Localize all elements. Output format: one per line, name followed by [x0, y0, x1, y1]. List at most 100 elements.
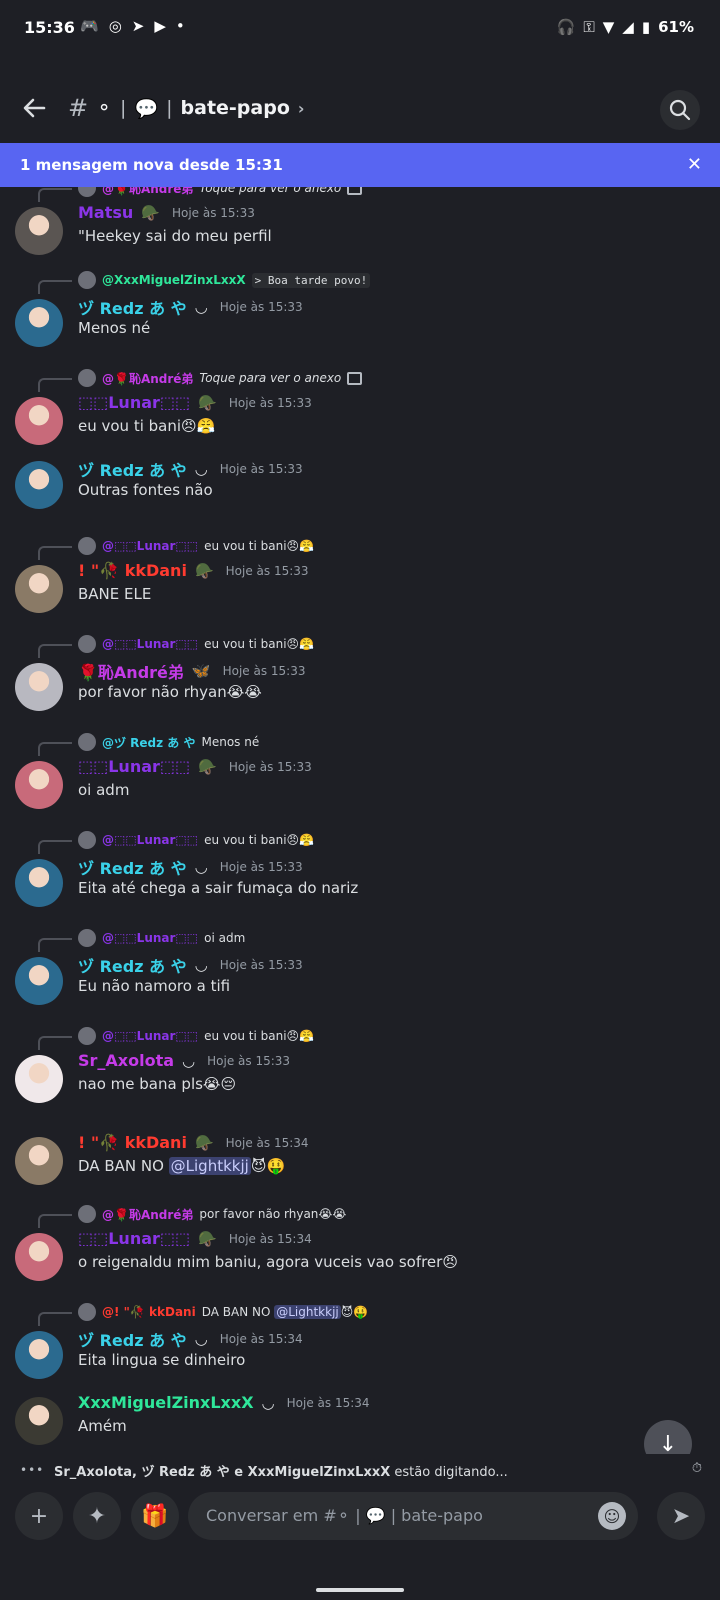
typing-users: Sr_Axolota, ヅ Redz あ や e XxxMiguelZinxLx… [54, 1465, 391, 1480]
message-text: BANE ELE [78, 585, 152, 603]
message-item[interactable]: @⬚⬚Lunar⬚⬚ eu vou ti bani😠😤 Sr_Axolota ◡ Hoj… [0, 1027, 720, 1107]
message-text: Eita até chega a sair fumaça do nariz [78, 879, 359, 897]
message-list[interactable]: @🌹恥André弟 Toque para ver o anexo Matsu 🪖 Hoj… [0, 187, 720, 1477]
reply-spine [38, 644, 72, 658]
attach-button[interactable]: + [15, 1492, 63, 1540]
timestamp: Hoje às 15:33 [225, 563, 309, 578]
reply-preview[interactable]: @⬚⬚Lunar⬚⬚ oi adm [38, 929, 245, 952]
role-badge-icon: ◡ [194, 1330, 208, 1348]
username[interactable]: ⬚⬚Lunar⬚⬚ [78, 1229, 190, 1248]
headphones-icon: 🎧 [556, 18, 576, 36]
message-text: Amém [78, 1417, 127, 1435]
username[interactable]: ! "🥀 kkDani [78, 1133, 187, 1152]
message-header: XxxMiguelZinxLxxX ◡ Hoje às 15:34 [78, 1393, 370, 1412]
message-item[interactable]: @🌹恥André弟 Toque para ver o anexo Matsu 🪖 Hoj… [0, 187, 720, 259]
reply-preview[interactable]: @⬚⬚Lunar⬚⬚ eu vou ti bani😠😤 [38, 831, 314, 854]
message-item[interactable]: @ヅ Redz あ や Menos né ⬚⬚Lunar⬚⬚ 🪖 Hoje às 15:… [0, 733, 720, 813]
message-item[interactable]: ヅ Redz あ や ◡ Hoje às 15:33 Outras fontes nã… [0, 455, 720, 535]
arrow-down-icon: ↓ [658, 1431, 678, 1457]
message-item[interactable]: ! "🥀 kkDani 🪖 Hoje às 15:34 DA BAN NO @Ligh… [0, 1131, 720, 1211]
avatar[interactable] [15, 1331, 63, 1379]
avatar[interactable] [15, 859, 63, 907]
reply-text: eu vou ti bani😠😤 [204, 539, 314, 553]
reply-text: eu vou ti bani😠😤 [204, 637, 314, 651]
message-item[interactable]: @🌹恥André弟 Toque para ver o anexo ⬚⬚Lunar⬚⬚… [0, 369, 720, 449]
new-messages-banner[interactable]: 1 mensagem nova desde 15:31 ✕ [0, 143, 720, 187]
mention[interactable]: @Lightkkjj [274, 1305, 341, 1319]
username[interactable]: ヅ Redz あ や [78, 1327, 187, 1351]
message-text: por favor não rhyan😭😭 [78, 683, 262, 701]
role-badge-icon: 🪖 [194, 1133, 214, 1152]
search-button[interactable] [660, 90, 700, 130]
avatar[interactable] [15, 1397, 63, 1445]
discord-icon: 🎮 [80, 17, 99, 35]
avatar[interactable] [15, 761, 63, 809]
username[interactable]: ヅ Redz あ や [78, 457, 187, 481]
reply-preview[interactable]: @🌹恥André弟 por favor não rhyan😭😭 [38, 1205, 346, 1228]
username[interactable]: XxxMiguelZinxLxxX [78, 1393, 254, 1412]
reply-preview[interactable]: @⬚⬚Lunar⬚⬚ eu vou ti bani😠😤 [38, 1027, 314, 1050]
status-bar: 15:36 🎮 ◎ ➤ ▶ • 🎧 ⚿ ▼ ◢ ▮ 61% [0, 0, 720, 58]
message-item[interactable]: @⬚⬚Lunar⬚⬚ eu vou ti bani😠😤 ! "🥀 kkDani 🪖 Ho… [0, 537, 720, 617]
emoji-picker-icon[interactable]: ☺ [598, 1502, 626, 1530]
message-item[interactable]: @⬚⬚Lunar⬚⬚ eu vou ti bani😠😤 🌹恥André弟 🦋 Hoje … [0, 635, 720, 715]
wifi-icon: ▼ [602, 18, 615, 36]
reply-author: @! "🥀 kkDani [102, 1305, 196, 1319]
username[interactable]: ! "🥀 kkDani [78, 561, 187, 580]
close-icon[interactable]: ✕ [687, 154, 702, 175]
reply-text: eu vou ti bani😠😤 [204, 833, 314, 847]
avatar[interactable] [15, 397, 63, 445]
message-item[interactable]: @! "🥀 kkDani DA BAN NO @Lightkkjj 😈🤑 ヅ Redz… [0, 1303, 720, 1383]
message-input[interactable]: Conversar em #⚬ | 💬 | bate-papo ☺ [188, 1492, 638, 1540]
username[interactable]: ヅ Redz あ や [78, 855, 187, 879]
message-item[interactable]: @XxxMiguelZinxLxxX > Boa tarde povo! ヅ Red… [0, 271, 720, 351]
apps-button[interactable]: ✦ [73, 1492, 121, 1540]
username[interactable]: ヅ Redz あ や [78, 295, 187, 319]
mention[interactable]: @Lightkkjj [168, 1157, 251, 1175]
home-indicator[interactable] [316, 1588, 404, 1592]
message-text: DA BAN NO @Lightkkjj 😈🤑 [78, 1157, 286, 1175]
reply-avatar [78, 187, 96, 197]
reply-preview[interactable]: @🌹恥André弟 Toque para ver o anexo [38, 369, 363, 392]
send-button[interactable]: ➤ [657, 1492, 705, 1540]
avatar[interactable] [15, 1137, 63, 1185]
typing-dots: ••• [20, 1463, 45, 1477]
channel-title[interactable]: # ⚬ | 💬 | bate-papo › [68, 94, 304, 122]
gift-button[interactable]: 🎁 [131, 1492, 179, 1540]
hash-icon: # [68, 94, 89, 122]
reply-preview[interactable]: @⬚⬚Lunar⬚⬚ eu vou ti bani😠😤 [38, 635, 314, 658]
role-badge-icon: ◡ [194, 298, 208, 316]
reply-preview[interactable]: @XxxMiguelZinxLxxX > Boa tarde povo! [38, 271, 371, 294]
username[interactable]: Sr_Axolota [78, 1051, 174, 1070]
username[interactable]: 🌹恥André弟 [78, 659, 184, 683]
reply-text: > Boa tarde povo! [251, 272, 371, 288]
role-badge-icon: 🦋 [191, 662, 211, 680]
username[interactable]: ⬚⬚Lunar⬚⬚ [78, 757, 190, 776]
avatar[interactable] [15, 957, 63, 1005]
reply-author: @🌹恥André弟 [102, 371, 194, 386]
reply-author: @⬚⬚Lunar⬚⬚ [102, 539, 199, 553]
message-item[interactable]: @⬚⬚Lunar⬚⬚ eu vou ti bani😠😤 ヅ Redz あ や ◡ Hoj… [0, 831, 720, 911]
avatar[interactable] [15, 663, 63, 711]
avatar[interactable] [15, 207, 63, 255]
avatar[interactable] [15, 1233, 63, 1281]
reply-preview[interactable]: @ヅ Redz あ や Menos né [38, 733, 259, 756]
reply-preview[interactable]: @! "🥀 kkDani DA BAN NO @Lightkkjj 😈🤑 [38, 1303, 368, 1326]
avatar[interactable] [15, 1055, 63, 1103]
message-item[interactable]: @⬚⬚Lunar⬚⬚ oi adm ヅ Redz あ や ◡ Hoje às 15:33… [0, 929, 720, 1009]
speech-bubble-icon: 💬 [134, 97, 159, 120]
reply-text: Toque para ver o anexo [199, 187, 342, 195]
username[interactable]: ⬚⬚Lunar⬚⬚ [78, 393, 190, 412]
reply-spine [38, 938, 72, 952]
avatar[interactable] [15, 565, 63, 613]
back-arrow-icon[interactable] [20, 94, 50, 124]
message-header: Sr_Axolota ◡ Hoje às 15:33 [78, 1051, 290, 1070]
reply-preview[interactable]: @⬚⬚Lunar⬚⬚ eu vou ti bani😠😤 [38, 537, 314, 560]
reply-preview[interactable]: @🌹恥André弟 Toque para ver o anexo [38, 187, 363, 202]
message-item[interactable]: @🌹恥André弟 por favor não rhyan😭😭 ⬚⬚Lunar⬚⬚ 🪖… [0, 1205, 720, 1285]
avatar[interactable] [15, 299, 63, 347]
username[interactable]: ヅ Redz あ や [78, 953, 187, 977]
username[interactable]: Matsu [78, 203, 133, 222]
message-header: ! "🥀 kkDani 🪖 Hoje às 15:33 [78, 561, 309, 580]
avatar[interactable] [15, 461, 63, 509]
